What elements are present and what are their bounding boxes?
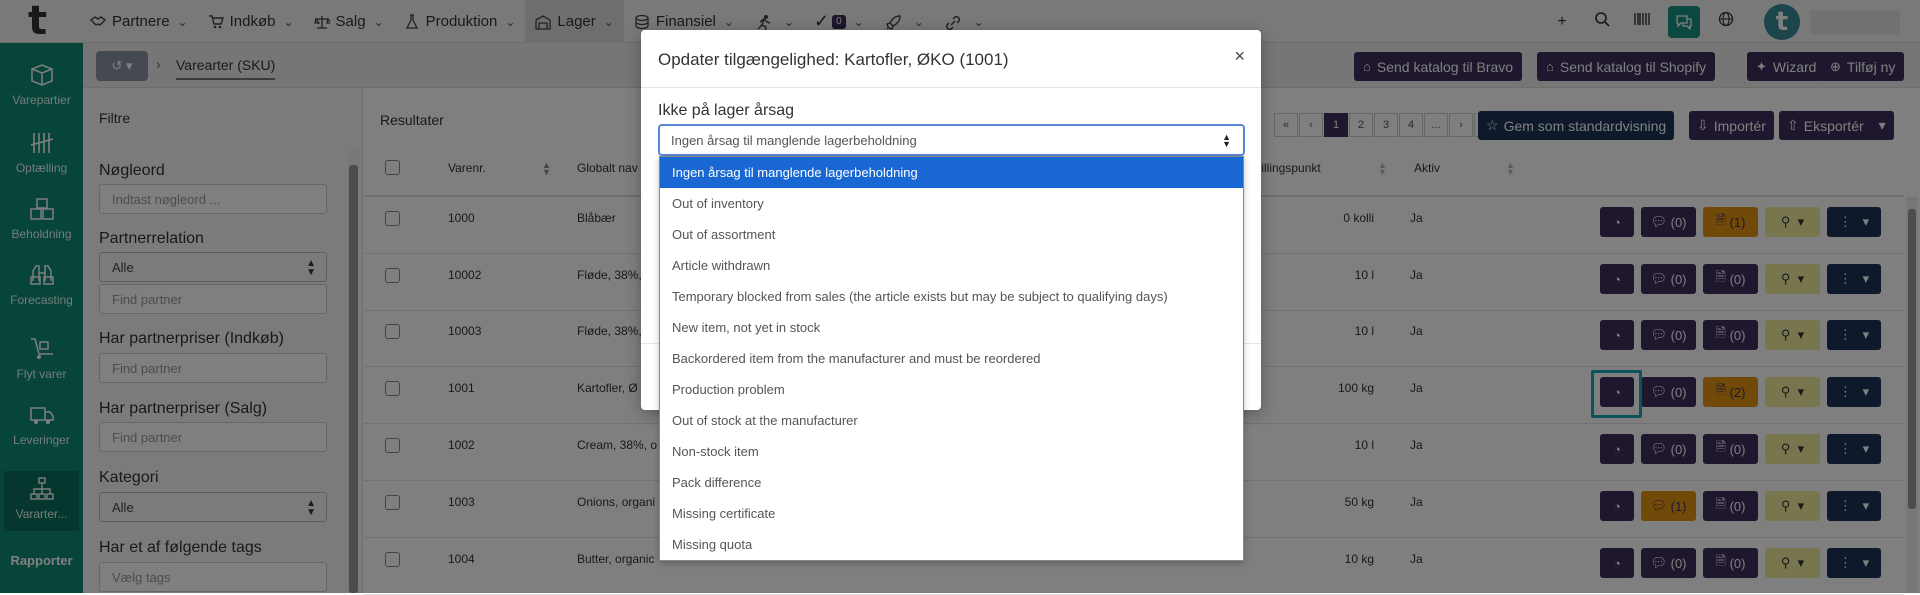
reason-option[interactable]: New item, not yet in stock	[660, 312, 1243, 343]
out-of-stock-reason-select[interactable]: Ingen årsag til manglende lagerbeholdnin…	[658, 124, 1245, 156]
reason-option[interactable]: Out of assortment	[660, 219, 1243, 250]
reason-option[interactable]: Non-stock item	[660, 436, 1243, 467]
out-of-stock-reason-label: Ikke på lager årsag	[658, 102, 795, 119]
modal-title: Opdater tilgængelighed: Kartofler, ØKO (…	[658, 50, 1009, 69]
reason-select-value: Ingen årsag til manglende lagerbeholdnin…	[671, 133, 917, 148]
reason-option[interactable]: Missing quota	[660, 529, 1243, 560]
reason-options-list: Ingen årsag til manglende lagerbeholdnin…	[659, 156, 1244, 561]
modal-header: Opdater tilgængelighed: Kartofler, ØKO (…	[641, 30, 1261, 88]
reason-option[interactable]: Temporary blocked from sales (the articl…	[660, 281, 1243, 312]
reason-option[interactable]: Out of stock at the manufacturer	[660, 405, 1243, 436]
reason-option[interactable]: Article withdrawn	[660, 250, 1243, 281]
close-icon[interactable]: ×	[1234, 46, 1245, 67]
reason-option[interactable]: Production problem	[660, 374, 1243, 405]
reason-option[interactable]: Ingen årsag til manglende lagerbeholdnin…	[660, 157, 1243, 188]
reason-option[interactable]: Pack difference	[660, 467, 1243, 498]
select-arrows-icon: ▲▼	[1222, 132, 1231, 149]
reason-option[interactable]: Missing certificate	[660, 498, 1243, 529]
reason-option[interactable]: Out of inventory	[660, 188, 1243, 219]
reason-option[interactable]: Backordered item from the manufacturer a…	[660, 343, 1243, 374]
